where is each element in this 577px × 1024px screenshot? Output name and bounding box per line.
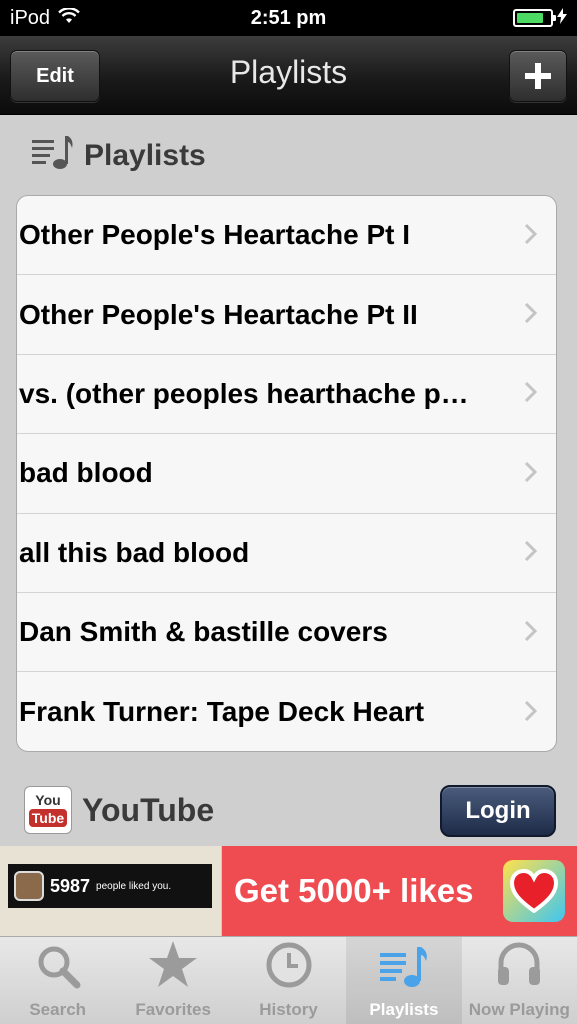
plus-icon bbox=[525, 63, 551, 89]
ad-like-bar: 5987 people liked you. bbox=[8, 864, 212, 908]
playlists-section-title: Playlists bbox=[84, 139, 206, 172]
chevron-right-icon bbox=[524, 297, 538, 332]
playlist-row-label: Other People's Heartache Pt I bbox=[19, 219, 411, 251]
chevron-right-icon bbox=[524, 218, 538, 253]
tab-now-playing[interactable]: Now Playing bbox=[462, 937, 577, 1024]
tab-history[interactable]: History bbox=[231, 937, 346, 1024]
playlist-icon bbox=[378, 943, 430, 994]
playlist-list: Other People's Heartache Pt I Other Peopl… bbox=[16, 195, 557, 752]
tab-bar: Search Favorites History Playlists Now Playi… bbox=[0, 936, 577, 1024]
ad-small-text: people liked you. bbox=[96, 880, 172, 892]
headphones-icon bbox=[494, 939, 544, 994]
tab-label: Favorites bbox=[135, 1000, 211, 1019]
tab-label: Now Playing bbox=[468, 1000, 570, 1019]
playlist-row[interactable]: Frank Turner: Tape Deck Heart bbox=[17, 672, 556, 751]
wifi-icon bbox=[58, 6, 80, 30]
ad-count: 5987 bbox=[50, 875, 91, 896]
youtube-icon-you: You bbox=[35, 792, 61, 808]
login-button[interactable]: Login bbox=[440, 785, 556, 837]
playlist-row[interactable]: Other People's Heartache Pt I bbox=[17, 196, 556, 276]
star-icon bbox=[147, 939, 199, 994]
ad-headline: Get 5000+ likes bbox=[234, 872, 474, 909]
status-time: 2:51 pm bbox=[250, 6, 327, 29]
ad-cta: Get 5000+ likes bbox=[222, 846, 577, 936]
navigation-bar: Edit Playlists bbox=[0, 36, 577, 115]
status-right bbox=[513, 7, 567, 30]
add-playlist-button[interactable] bbox=[509, 50, 567, 102]
playlist-icon bbox=[32, 132, 74, 180]
tab-label: Search bbox=[29, 1000, 87, 1019]
playlist-row[interactable]: Other People's Heartache Pt II bbox=[17, 275, 556, 355]
tab-favorites[interactable]: Favorites bbox=[115, 937, 230, 1024]
ad-image: 5987 people liked you. bbox=[0, 846, 222, 936]
charging-icon bbox=[557, 7, 567, 30]
playlist-row-label: bad blood bbox=[19, 457, 153, 489]
clock-icon bbox=[265, 941, 313, 994]
tab-search[interactable]: Search bbox=[0, 937, 115, 1024]
search-icon bbox=[35, 943, 81, 994]
battery-fill bbox=[517, 13, 543, 23]
page-title: Playlists bbox=[229, 54, 348, 90]
chevron-right-icon bbox=[524, 376, 538, 411]
playlist-row[interactable]: bad blood bbox=[17, 434, 556, 514]
tab-label: Playlists bbox=[369, 1000, 439, 1019]
carrier-label: iPod bbox=[10, 6, 51, 29]
playlist-row-label: Other People's Heartache Pt II bbox=[19, 298, 418, 330]
playlist-row-label: all this bad blood bbox=[19, 536, 250, 568]
battery-icon bbox=[513, 9, 556, 27]
playlist-row-label: vs. (other peoples hearthache p… bbox=[19, 377, 469, 409]
playlists-section-header: Playlists bbox=[32, 132, 206, 180]
youtube-icon-tube: Tube bbox=[28, 809, 68, 827]
status-left: iPod bbox=[10, 7, 80, 30]
heart-icon bbox=[503, 860, 565, 922]
playlist-row[interactable]: all this bad blood bbox=[17, 514, 556, 593]
tab-label: History bbox=[259, 1000, 318, 1019]
chevron-right-icon bbox=[524, 695, 538, 730]
chevron-right-icon bbox=[524, 456, 538, 491]
status-bar: iPod 2:51 pm bbox=[0, 0, 577, 36]
playlist-row-label: Dan Smith & bastille covers bbox=[19, 616, 388, 648]
youtube-section-title: YouTube bbox=[82, 791, 215, 828]
playlist-row[interactable]: vs. (other peoples hearthache p… bbox=[17, 355, 556, 435]
tab-playlists[interactable]: Playlists bbox=[346, 937, 462, 1024]
ad-banner[interactable]: 5987 people liked you. Get 5000+ likes bbox=[0, 846, 577, 936]
playlist-row[interactable]: Dan Smith & bastille covers bbox=[17, 593, 556, 673]
youtube-icon: You Tube bbox=[24, 786, 72, 834]
playlist-row-label: Frank Turner: Tape Deck Heart bbox=[19, 696, 425, 728]
youtube-section-header: You Tube YouTube bbox=[24, 786, 214, 834]
chevron-right-icon bbox=[524, 615, 538, 650]
chevron-right-icon bbox=[524, 535, 538, 570]
instagram-icon bbox=[14, 871, 44, 901]
